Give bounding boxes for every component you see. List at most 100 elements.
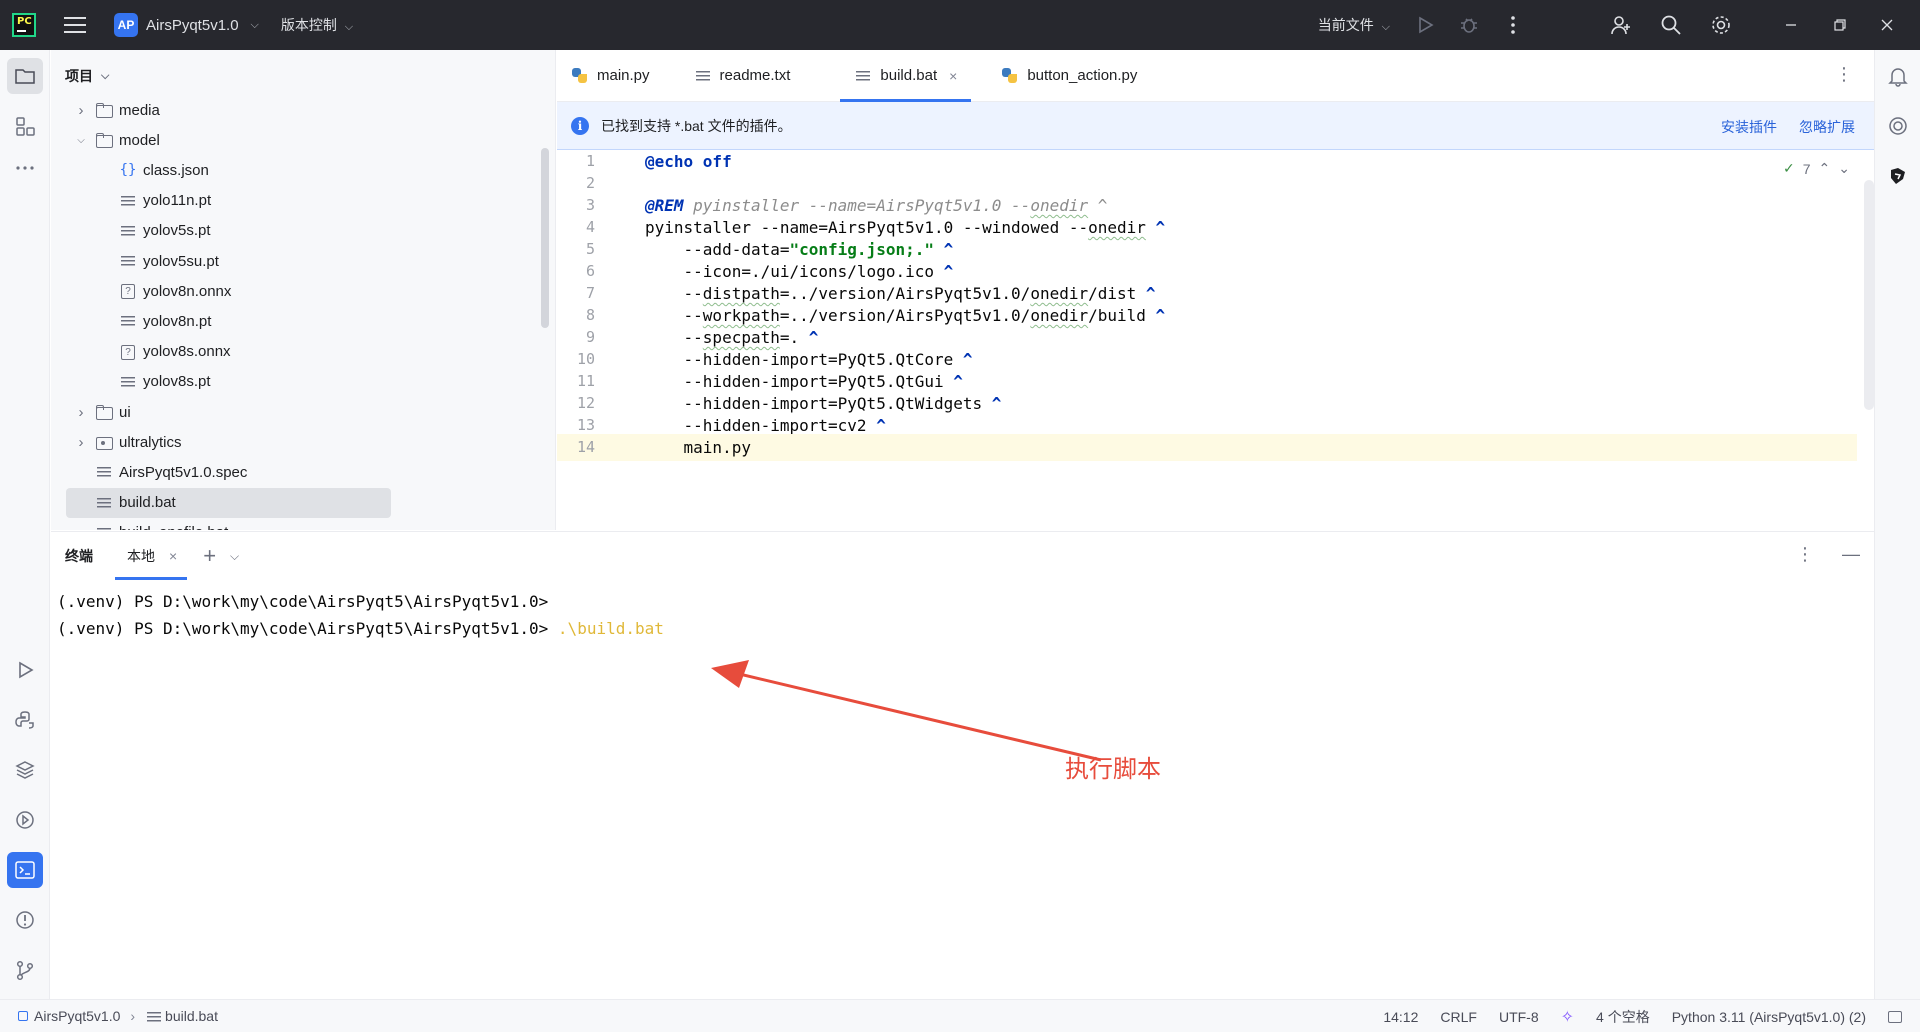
chevron-right-icon[interactable]: › <box>75 434 87 451</box>
text-file-icon <box>119 252 137 270</box>
terminal-output[interactable]: (.venv) PS D:\work\my\code\AirsPyqt5\Air… <box>57 588 664 642</box>
lock-icon[interactable] <box>1888 1010 1902 1023</box>
main-menu-button[interactable] <box>64 17 86 33</box>
unknown-file-icon <box>119 282 137 300</box>
chevron-down-icon[interactable]: ⌵ <box>75 135 87 146</box>
code-area[interactable]: 1 @echo off 2 3 @REM pyinstaller --name=Airs… <box>557 151 1874 530</box>
tree-item[interactable]: {} class.json <box>51 155 541 185</box>
terminal-tab-local[interactable]: 本地 × <box>114 532 188 580</box>
tree-item[interactable]: ⌵ model <box>51 125 541 155</box>
python-icon <box>571 67 589 85</box>
gear-icon[interactable] <box>1710 14 1732 36</box>
tree-item-label: media <box>119 101 160 119</box>
breadcrumb-project[interactable]: AirsPyqt5v1.0 <box>34 1008 120 1024</box>
close-window-icon[interactable] <box>1876 14 1898 36</box>
debug-icon[interactable] <box>1458 14 1480 36</box>
close-icon[interactable]: × <box>949 68 957 84</box>
python-packages-icon[interactable] <box>7 752 43 788</box>
terminal-options-icon[interactable]: ⋮ <box>1796 544 1814 565</box>
tree-item[interactable]: build_onefile.bat <box>51 518 541 530</box>
tree-item[interactable]: yolov5su.pt <box>51 246 541 276</box>
ignore-extension-link[interactable]: 忽略扩展 <box>1799 117 1855 137</box>
notifications-bell-icon[interactable] <box>1880 58 1916 94</box>
text-file-icon <box>854 67 872 85</box>
project-switcher[interactable]: AP AirsPyqt5v1.0 ⌵ <box>114 13 259 37</box>
editor-tab[interactable]: main.py <box>557 50 664 101</box>
chevron-right-icon[interactable]: › <box>75 404 87 421</box>
text-file-icon <box>145 1008 162 1024</box>
project-tool-icon[interactable] <box>7 58 43 94</box>
text-file-icon <box>119 222 137 240</box>
inspection-widget[interactable]: ✓ 7 ⌃ ⌄ <box>1783 160 1850 177</box>
add-user-icon[interactable] <box>1610 14 1632 36</box>
editor-tab[interactable]: readme.txt <box>680 50 805 101</box>
tree-item[interactable]: › media <box>51 95 541 125</box>
editor-scrollbar[interactable] <box>1864 180 1874 410</box>
indent-setting[interactable]: 4 个空格 <box>1596 1007 1650 1027</box>
tree-item[interactable]: › ui <box>51 397 541 427</box>
tree-item[interactable]: yolov8s.pt <box>51 367 541 397</box>
tree-item[interactable]: yolo11n.pt <box>51 186 541 216</box>
chevron-up-icon[interactable]: ⌃ <box>1819 160 1831 177</box>
more-tabs-icon[interactable]: ⋮ <box>1834 64 1854 86</box>
vcs-menu[interactable]: 版本控制 ⌵ <box>281 15 353 35</box>
file-encoding[interactable]: UTF-8 <box>1499 1009 1539 1025</box>
tree-item-label: class.json <box>143 161 209 179</box>
services-icon[interactable] <box>7 802 43 838</box>
chevron-down-icon[interactable]: ⌄ <box>1838 160 1850 177</box>
run-tool-icon[interactable] <box>7 652 43 688</box>
project-scrollbar[interactable] <box>541 148 549 328</box>
project-panel: 项目 ⌵ › media ⌵ model {} class.json yolo11n.pt y… <box>51 50 556 530</box>
new-terminal-icon[interactable]: + <box>203 543 216 569</box>
tree-item[interactable]: yolov8s.onnx <box>51 337 541 367</box>
code-line[interactable]: 14 main.py <box>557 434 1857 461</box>
chevron-right-icon[interactable]: › <box>75 102 87 119</box>
minimize-panel-icon[interactable]: — <box>1842 544 1860 565</box>
title-bar: PC AP AirsPyqt5v1.0 ⌵ 版本控制 ⌵ 当前文件 ⌵ <box>0 0 1920 50</box>
check-icon: ✓ <box>1783 160 1795 176</box>
restore-window-icon[interactable] <box>1828 14 1850 36</box>
minimize-window-icon[interactable] <box>1780 14 1802 36</box>
project-icon <box>18 1011 28 1021</box>
json-file-icon: {} <box>119 162 137 179</box>
tree-item[interactable]: › ultralytics <box>51 427 541 457</box>
tree-item[interactable]: yolov8n.pt <box>51 306 541 336</box>
tree-item-label: model <box>119 131 160 149</box>
breadcrumb-file[interactable]: build.bat <box>165 1008 218 1024</box>
run-icon[interactable] <box>1414 14 1436 36</box>
line-ending[interactable]: CRLF <box>1440 1009 1477 1025</box>
more-tools-icon[interactable] <box>7 150 43 186</box>
chevron-down-icon: ⌵ <box>344 21 354 33</box>
git-icon[interactable] <box>7 952 43 988</box>
tree-item[interactable]: yolov8n.onnx <box>51 276 541 306</box>
close-icon[interactable]: × <box>169 548 177 564</box>
package-folder-icon <box>95 433 113 451</box>
tree-item[interactable]: AirsPyqt5v1.0.spec <box>51 457 541 487</box>
tree-item[interactable]: yolov5s.pt <box>51 216 541 246</box>
plugin-status-icon[interactable]: ✧ <box>1561 1007 1574 1027</box>
breadcrumb-separator-icon: › <box>130 1008 136 1024</box>
tree-item-selected[interactable]: build.bat <box>66 487 391 518</box>
chevron-down-icon[interactable]: ⌵ <box>230 549 239 564</box>
terminal-prompt: (.venv) PS D:\work\my\code\AirsPyqt5\Air… <box>57 619 549 638</box>
plugin-tool-icon[interactable] <box>1880 158 1916 194</box>
structure-tool-icon[interactable] <box>7 108 43 144</box>
terminal-line: (.venv) PS D:\work\my\code\AirsPyqt5\Air… <box>57 588 664 615</box>
terminal-tool-icon[interactable] <box>7 852 43 888</box>
inspection-count: 7 <box>1802 160 1811 177</box>
python-console-icon[interactable] <box>7 702 43 738</box>
editor-tab[interactable]: build.bat × <box>840 50 972 102</box>
search-icon[interactable] <box>1660 14 1682 36</box>
cursor-position[interactable]: 14:12 <box>1383 1009 1418 1025</box>
left-tool-strip <box>0 50 50 999</box>
tree-item-label: yolov8n.onnx <box>143 282 232 300</box>
editor-tabs: main.py readme.txt build.bat × button_action… <box>557 50 1874 102</box>
ai-assistant-icon[interactable] <box>1880 108 1916 144</box>
tree-item-label: yolov8s.onnx <box>143 343 231 361</box>
install-plugins-link[interactable]: 安装插件 <box>1721 117 1777 137</box>
more-actions-icon[interactable] <box>1502 14 1524 36</box>
run-config-selector[interactable]: 当前文件 ⌵ <box>1318 15 1390 35</box>
python-interpreter[interactable]: Python 3.11 (AirsPyqt5v1.0) (2) <box>1672 1009 1866 1025</box>
editor-tab[interactable]: button_action.py <box>987 50 1151 101</box>
problems-icon[interactable] <box>7 902 43 938</box>
